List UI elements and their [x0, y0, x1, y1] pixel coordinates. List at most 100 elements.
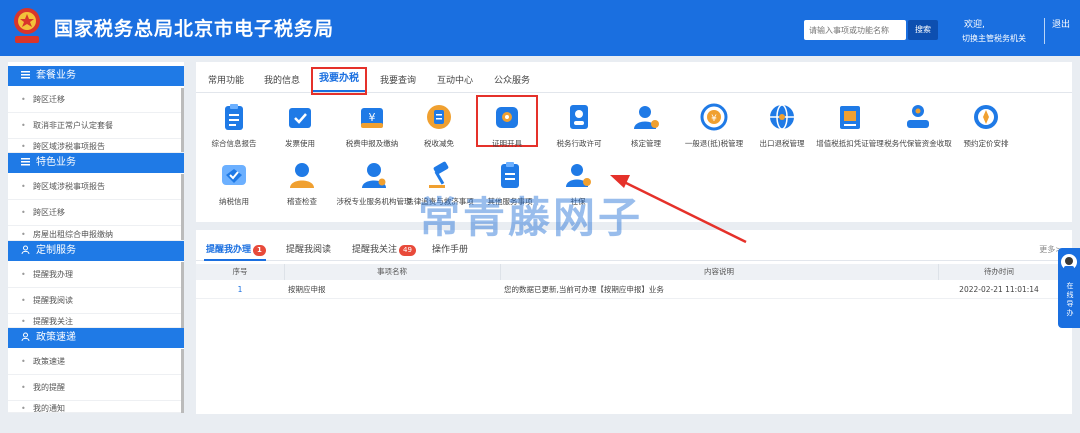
service-export-refund[interactable]: 出口退税管理 — [744, 102, 820, 149]
sidebar-section-title: 特色业务 — [36, 157, 76, 168]
sidebar-scrollbar[interactable] — [181, 174, 184, 240]
search-input[interactable] — [804, 20, 906, 40]
sidebar-section-title: 政策速递 — [36, 332, 76, 343]
sidebar-item[interactable]: 我的通知 — [8, 401, 184, 413]
sidebar-item[interactable]: 提醒我关注 — [8, 314, 184, 328]
tab-common-functions[interactable]: 常用功能 — [208, 73, 244, 86]
sidebar-section-title: 套餐业务 — [36, 70, 76, 81]
header-divider — [1044, 18, 1045, 44]
row-description: 您的数据已更新,当前可办理【按期应申报】业务 — [504, 285, 664, 294]
tab-interaction-center[interactable]: 互动中心 — [437, 73, 473, 86]
online-guide-label: 在线导办 — [1066, 282, 1074, 317]
menu-icon — [21, 158, 30, 166]
row-number: 1 — [237, 285, 243, 294]
column-header: 内容说明 — [704, 267, 734, 276]
service-label: 稽查检查 — [287, 197, 317, 206]
service-label: 增值税抵扣凭证管理 — [816, 139, 884, 148]
svg-text:¥: ¥ — [711, 114, 717, 124]
sidebar-section-package[interactable]: 套餐业务 — [8, 66, 184, 86]
service-label: 税务代保管资金收取 — [884, 139, 952, 148]
inspection-icon — [290, 163, 314, 188]
menu-icon — [21, 71, 30, 79]
highlight-box-tab — [311, 67, 367, 95]
tab-label: 提醒我阅读 — [286, 245, 332, 255]
service-tax-declaration[interactable]: ¥ 税费申报及缴纳 — [334, 102, 410, 149]
column-header: 事项名称 — [377, 267, 407, 276]
license-icon — [570, 105, 588, 129]
search-button[interactable]: 搜索 — [908, 20, 938, 40]
active-tab-indicator — [204, 259, 266, 261]
service-certificate-issuance[interactable]: 证明开具 — [469, 102, 545, 149]
svg-text:¥: ¥ — [369, 111, 376, 124]
service-label: 一般退(抵)税管理 — [684, 139, 744, 148]
service-assessment-management[interactable]: 核定管理 — [608, 102, 684, 149]
row-time: 2022-02-21 11:01:14 — [959, 285, 1039, 294]
tab-my-info[interactable]: 我的信息 — [264, 73, 300, 86]
national-emblem-icon — [14, 8, 40, 43]
site-title: 国家税务总局北京市电子税务局 — [54, 18, 335, 40]
column-header: 序号 — [232, 267, 248, 276]
column-header: 待办时间 — [984, 267, 1014, 276]
service-tax-credit[interactable]: 纳税信用 — [196, 160, 272, 207]
switch-tax-authority-link[interactable]: 切换主管税务机关 — [962, 33, 1026, 44]
service-inspection[interactable]: 稽查检查 — [264, 160, 340, 207]
service-label: 预约定价安排 — [963, 139, 1009, 148]
service-vat-voucher[interactable]: 增值税抵扣凭证管理 — [812, 102, 888, 149]
table-header: 序号 事项名称 内容说明 待办时间 — [196, 264, 1060, 280]
agency-icon — [362, 163, 386, 188]
service-professional-agency[interactable]: 涉税专业服务机构管理 — [336, 160, 412, 207]
service-invoice-usage[interactable]: 发票使用 — [262, 102, 338, 149]
reminder-panel: 提醒我办理 1 提醒我阅读 提醒我关注 49 操作手册 更多> 序号 事项名称 内容… — [196, 230, 1072, 414]
sidebar-section-custom[interactable]: 定制服务 — [8, 241, 184, 261]
watermark: 常青藤网子 — [418, 193, 644, 242]
service-tax-refund[interactable]: ¥ 一般退(抵)税管理 — [676, 102, 752, 149]
service-comprehensive-report[interactable]: 综合信息报告 — [196, 102, 272, 149]
user-icon — [21, 245, 30, 254]
table-row[interactable]: 1 按期应申报 您的数据已更新,当前可办理【按期应申报】业务 2022-02-2… — [196, 281, 1060, 299]
sidebar-item[interactable]: 政策速递 — [8, 349, 184, 375]
service-label: 税收减免 — [424, 139, 454, 148]
user-icon — [21, 332, 30, 341]
service-label: 发票使用 — [285, 139, 315, 148]
credit-icon — [222, 165, 246, 185]
export-refund-icon — [770, 104, 794, 130]
tab-remind-handle[interactable]: 提醒我办理 1 — [206, 242, 266, 256]
row-item-name[interactable]: 按期应申报 — [288, 281, 498, 298]
sidebar-item[interactable]: 跨区域涉税事项报告 — [8, 174, 184, 200]
service-administrative-license[interactable]: 税务行政许可 — [541, 102, 617, 149]
sidebar-scrollbar[interactable] — [181, 262, 184, 328]
sidebar-item[interactable]: 跨区迁移 — [8, 87, 184, 113]
service-tax-relief[interactable]: 税收减免 — [401, 102, 477, 149]
pricing-compass-icon — [974, 105, 998, 129]
sidebar-item[interactable]: 跨区域涉税事项报告 — [8, 139, 184, 153]
logout-button[interactable]: 退出 — [1052, 17, 1070, 30]
service-label: 出口退税管理 — [759, 139, 805, 148]
count-badge: 49 — [399, 245, 416, 256]
sidebar-item[interactable]: 房屋出租综合申报缴纳 — [8, 226, 184, 241]
tax-relief-icon — [427, 105, 451, 129]
sidebar-scrollbar[interactable] — [181, 349, 184, 413]
tab-remind-read[interactable]: 提醒我阅读 — [286, 242, 331, 255]
service-label: 综合信息报告 — [211, 139, 257, 148]
sidebar-item[interactable]: 我的提醒 — [8, 375, 184, 401]
service-fund-custody[interactable]: 税务代保管资金收取 — [880, 102, 956, 149]
sidebar-item[interactable]: 跨区迁移 — [8, 200, 184, 226]
tab-remind-follow[interactable]: 提醒我关注 49 — [352, 242, 416, 256]
user-settings-icon — [634, 106, 659, 129]
tab-label: 提醒我办理 — [206, 245, 252, 255]
sidebar-scrollbar[interactable] — [181, 88, 184, 152]
sidebar-item[interactable]: 提醒我办理 — [8, 262, 184, 288]
service-label: 涉税专业服务机构管理 — [336, 197, 412, 206]
sidebar-section-special[interactable]: 特色业务 — [8, 153, 184, 173]
service-advance-pricing[interactable]: 预约定价安排 — [948, 102, 1024, 149]
voucher-icon — [840, 106, 860, 129]
tab-public-service[interactable]: 公众服务 — [494, 73, 530, 86]
service-label: 证明开具 — [492, 139, 522, 148]
assistant-avatar-icon — [1061, 254, 1077, 270]
invoice-check-icon — [289, 108, 311, 128]
tab-query[interactable]: 我要查询 — [380, 73, 416, 86]
certificate-icon — [496, 107, 518, 128]
sidebar-section-policy[interactable]: 政策速递 — [8, 328, 184, 348]
sidebar-item[interactable]: 提醒我阅读 — [8, 288, 184, 314]
sidebar-item[interactable]: 取消非正常户认定套餐 — [8, 113, 184, 139]
